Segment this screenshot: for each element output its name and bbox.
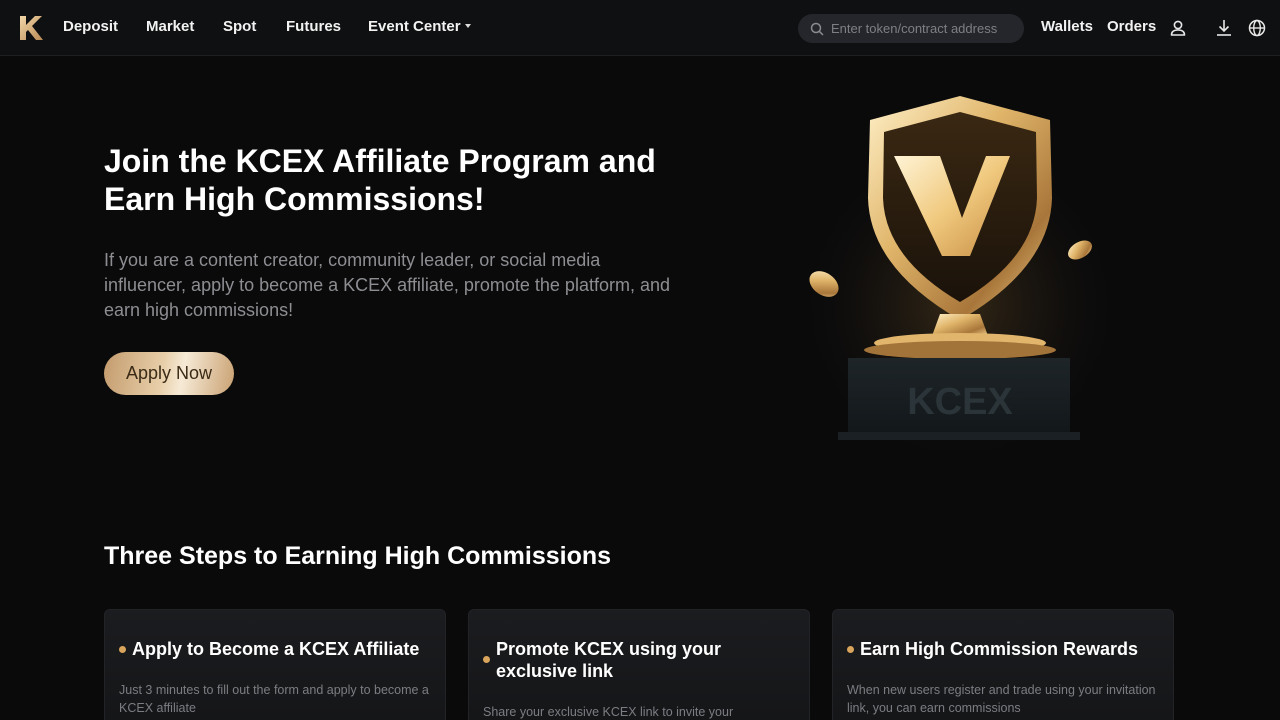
search-icon bbox=[810, 22, 824, 36]
trophy-illustration: KCEX bbox=[790, 96, 1130, 450]
trophy-base-text: KCEX bbox=[907, 381, 1013, 423]
bullet-dot-icon bbox=[483, 656, 490, 663]
step-card-title: Promote KCEX using your exclusive link bbox=[496, 639, 722, 681]
trophy-plate-lower bbox=[864, 341, 1056, 359]
user-icon[interactable] bbox=[1168, 18, 1188, 38]
nav-futures[interactable]: Futures bbox=[286, 18, 341, 35]
step-card-text: Share your exclusive KCEX link to invite… bbox=[483, 705, 734, 719]
chevron-down-icon bbox=[464, 24, 471, 29]
step-card-title: Apply to Become a KCEX Affiliate bbox=[132, 639, 420, 659]
globe-icon[interactable] bbox=[1247, 18, 1267, 38]
step-card-text: Just 3 minutes to fill out the form and … bbox=[119, 683, 429, 715]
step-card-text: When new users register and trade using … bbox=[847, 683, 1156, 715]
step-card-3: Earn High Commission Rewards When new us… bbox=[832, 609, 1174, 720]
step-card-title: Earn High Commission Rewards bbox=[860, 639, 1139, 659]
bullet-dot-icon bbox=[119, 646, 126, 653]
kcex-logo-icon[interactable] bbox=[18, 14, 44, 42]
hero-title: Join the KCEX Affiliate Program and Earn… bbox=[104, 143, 656, 217]
nav-market[interactable]: Market bbox=[146, 18, 194, 35]
nav-event-center-label: Event Center bbox=[368, 18, 461, 35]
trophy-base-foot bbox=[838, 432, 1080, 440]
step-card-1: Apply to Become a KCEX Affiliate Just 3 … bbox=[104, 609, 446, 720]
search-input[interactable] bbox=[831, 21, 1011, 36]
nav-orders[interactable]: Orders bbox=[1107, 18, 1156, 35]
trophy-stem bbox=[932, 314, 988, 336]
apply-now-button[interactable]: Apply Now bbox=[104, 352, 234, 395]
hero-description: If you are a content creator, community … bbox=[104, 250, 670, 320]
download-icon[interactable] bbox=[1214, 18, 1234, 38]
nav-wallets[interactable]: Wallets bbox=[1041, 18, 1093, 35]
search-box[interactable] bbox=[798, 14, 1024, 43]
nav-spot[interactable]: Spot bbox=[223, 18, 256, 35]
nav-event-center[interactable]: Event Center bbox=[368, 18, 471, 35]
step-card-2: Promote KCEX using your exclusive link S… bbox=[468, 609, 810, 720]
steps-section-title: Three Steps to Earning High Commissions bbox=[104, 542, 612, 570]
nav-deposit[interactable]: Deposit bbox=[63, 18, 118, 35]
top-navbar: Deposit Market Spot Futures Event Center… bbox=[0, 0, 1280, 56]
bullet-dot-icon bbox=[847, 646, 854, 653]
